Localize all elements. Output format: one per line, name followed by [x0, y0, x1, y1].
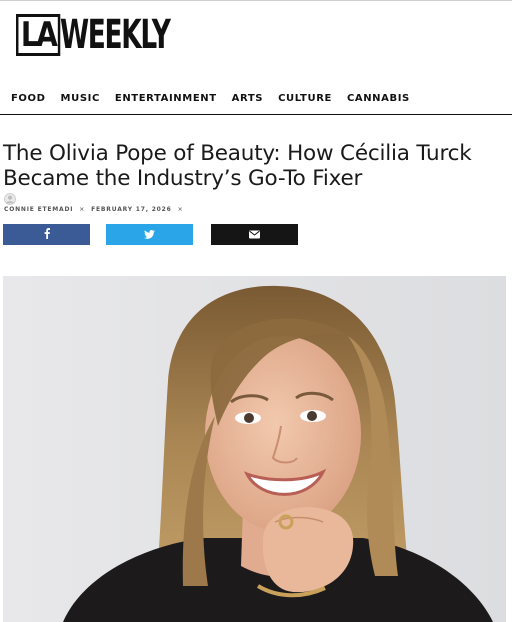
- main-nav: FOOD MUSIC ENTERTAINMENT ARTS CULTURE CA…: [0, 81, 512, 115]
- nav-item-cannabis[interactable]: CANNABIS: [347, 93, 410, 104]
- article-page: LA WEEKLY FOOD MUSIC ENTERTAINMENT ARTS …: [0, 0, 512, 622]
- nav-item-entertainment[interactable]: ENTERTAINMENT: [115, 93, 217, 104]
- nav-item-arts[interactable]: ARTS: [232, 93, 263, 104]
- byline: CONNIE ETEMADI × FEBRUARY 17, 2026 ×: [4, 206, 183, 213]
- author-avatar-icon[interactable]: [4, 192, 16, 205]
- nav-item-music[interactable]: MUSIC: [61, 93, 100, 104]
- nav-list: FOOD MUSIC ENTERTAINMENT ARTS CULTURE CA…: [0, 81, 512, 115]
- byline-separator: ×: [177, 206, 184, 213]
- envelope-icon: [249, 226, 260, 244]
- byline-separator: ×: [79, 206, 86, 213]
- author-name[interactable]: CONNIE ETEMADI: [4, 206, 73, 213]
- article-title: The Olivia Pope of Beauty: How Cécilia T…: [3, 141, 472, 191]
- share-twitter-button[interactable]: [106, 224, 193, 245]
- logo-wordmark: WEEKLY: [59, 12, 171, 58]
- publish-date: FEBRUARY 17, 2026: [91, 206, 172, 213]
- logo-la-mark: LA: [16, 14, 61, 56]
- share-email-button[interactable]: [211, 224, 298, 245]
- hero-photo: [3, 276, 506, 622]
- nav-item-food[interactable]: FOOD: [11, 93, 46, 104]
- facebook-icon: [44, 226, 50, 244]
- site-logo[interactable]: LA WEEKLY: [16, 14, 226, 56]
- nav-item-culture[interactable]: CULTURE: [278, 93, 332, 104]
- twitter-icon: [144, 226, 155, 244]
- top-divider: [0, 0, 512, 1]
- share-facebook-button[interactable]: [3, 224, 90, 245]
